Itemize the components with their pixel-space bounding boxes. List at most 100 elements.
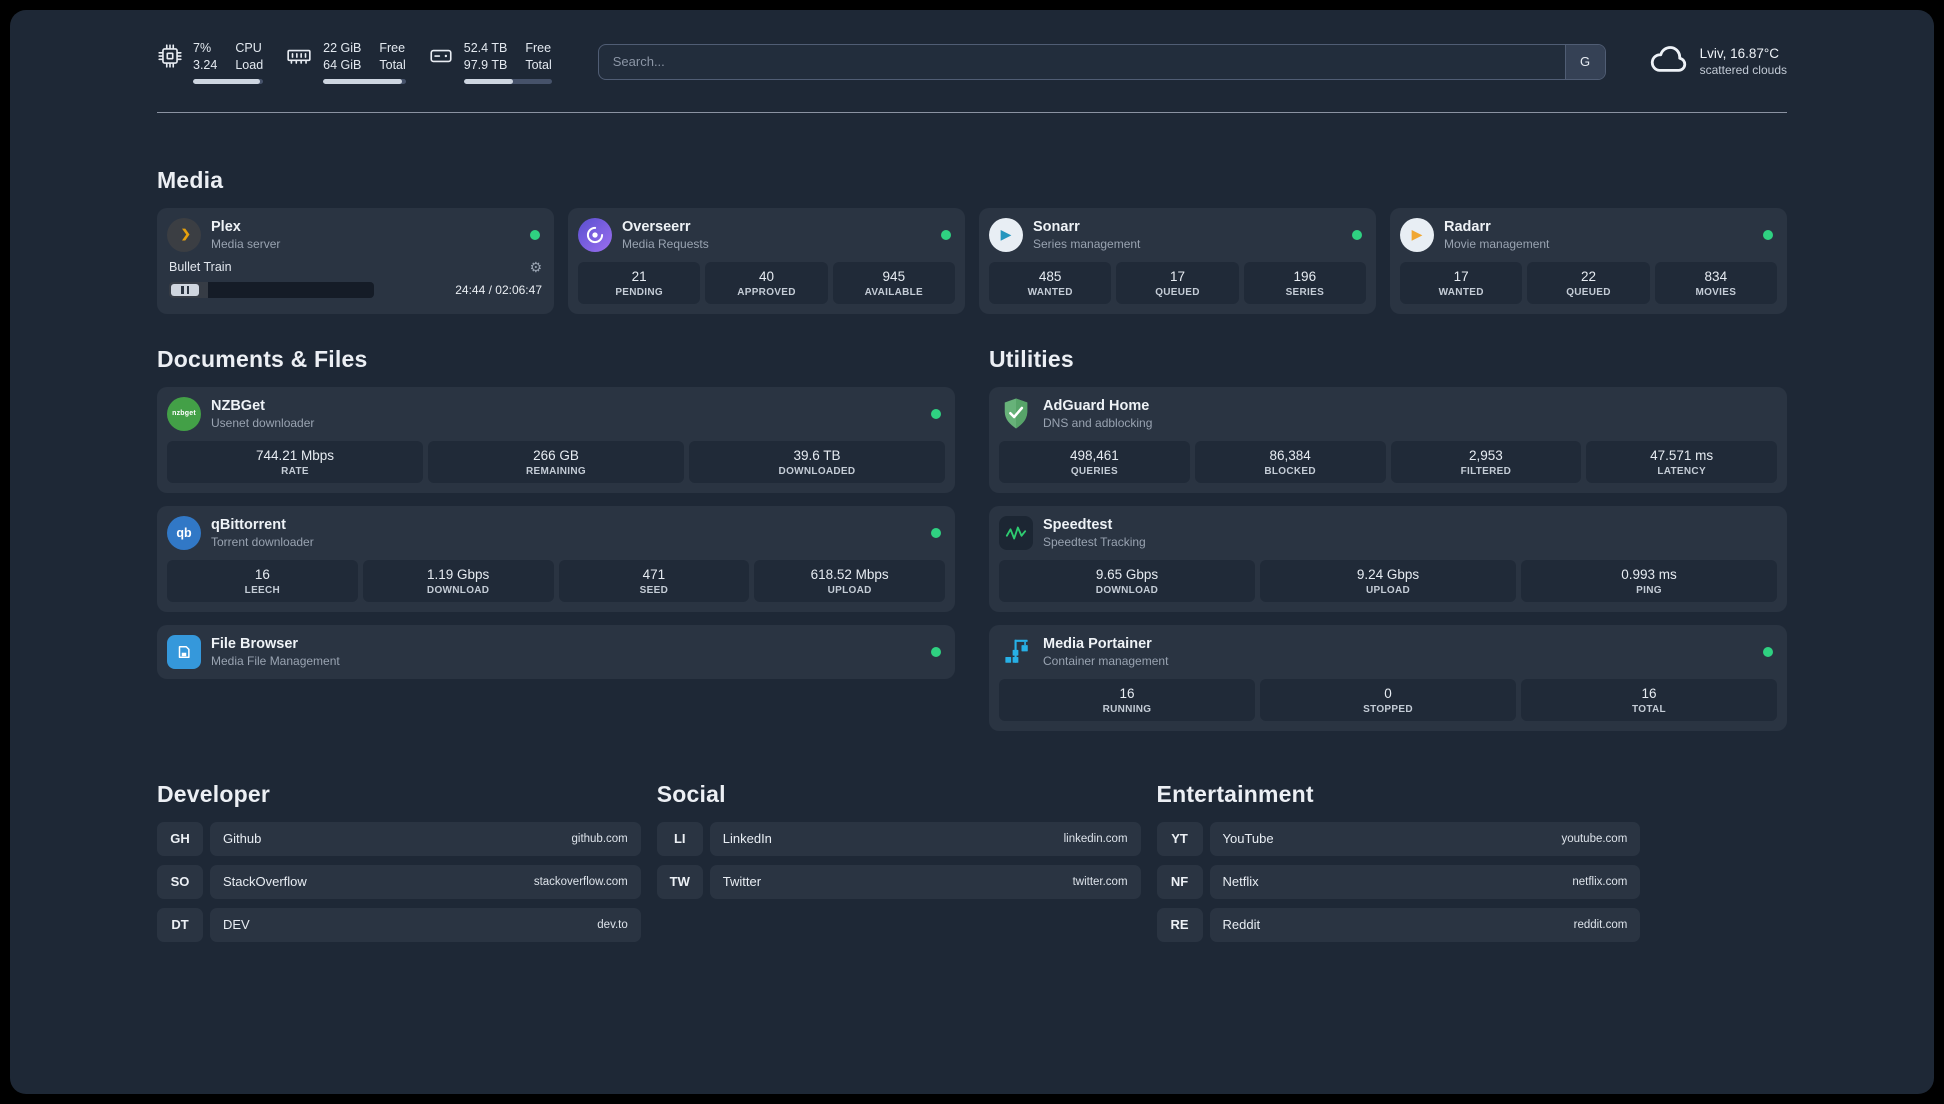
bookmark-reddit[interactable]: RE Reddit reddit.com <box>1156 907 1641 942</box>
service-card-filebrowser[interactable]: File Browser Media File Management <box>157 624 955 679</box>
stat-tile: 17 QUEUED <box>1116 261 1239 304</box>
cpu-icon <box>157 40 183 69</box>
stat-tile: 834 MOVIES <box>1654 261 1777 304</box>
bookmark-name: Github <box>223 831 262 846</box>
cpu-label: CPU <box>235 41 262 55</box>
bookmark-url: github.com <box>571 832 628 845</box>
cloud-icon <box>1648 42 1690 81</box>
weather-location: Lviv, 16.87°C <box>1699 46 1780 62</box>
service-subtitle: Usenet downloader <box>211 415 315 430</box>
radarr-icon: ▶ <box>1400 217 1434 252</box>
service-card-speedtest[interactable]: Speedtest Speedtest Tracking 9.65 Gbps DO… <box>989 505 1787 612</box>
service-subtitle: Media File Management <box>211 653 340 668</box>
bookmark-url: dev.to <box>597 918 628 931</box>
disk-progress-bar <box>463 78 552 84</box>
bookmark-abbr: TW <box>656 864 703 899</box>
now-playing-title: Bullet Train <box>169 260 232 274</box>
stat-tile: 498,461 QUERIES <box>999 440 1190 483</box>
disk-total-label: Total <box>525 58 552 73</box>
status-dot <box>1763 646 1773 657</box>
cpu-percent: 7% <box>193 41 212 55</box>
stat-tile: 39.6 TB DOWNLOADED <box>689 440 945 483</box>
service-card-portainer[interactable]: Media Portainer Container management 16 R… <box>989 624 1787 731</box>
weather-condition: scattered clouds <box>1699 63 1787 78</box>
status-dot <box>931 527 941 538</box>
qbittorrent-icon: qb <box>167 515 201 550</box>
bookmark-abbr: NF <box>1156 864 1203 899</box>
bookmark-group-developer: Developer GH Github github.com SO StackO… <box>157 781 641 951</box>
memory-free: 22 GiB <box>323 41 362 55</box>
service-card-radarr[interactable]: ▶ Radarr Movie management 17 WANTED 22 QUE… <box>1390 207 1787 314</box>
stat-tile: 16 LEECH <box>167 559 358 602</box>
bookmark-name: StackOverflow <box>223 874 307 889</box>
service-card-nzbget[interactable]: nzbget NZBGet Usenet downloader 744.21 M… <box>157 386 955 493</box>
search-input[interactable] <box>598 44 1565 79</box>
topbar: 7% CPU 3.24 Load 22 GiB Free 64 GiB Tota… <box>157 40 1787 84</box>
stat-tile: 47.571 ms LATENCY <box>1586 440 1777 483</box>
bookmark-url: twitter.com <box>1072 875 1128 888</box>
bookmark-group-title: Developer <box>157 780 271 807</box>
stat-tile: 266 GB REMAINING <box>428 440 684 483</box>
bookmark-url: youtube.com <box>1561 832 1628 845</box>
bookmark-group-entertainment: Entertainment YT YouTube youtube.com NF … <box>1156 781 1641 951</box>
service-name: File Browser <box>211 635 299 652</box>
memory-widget: 22 GiB Free 64 GiB Total <box>285 40 406 84</box>
section-media: Media Plex Media server Bullet Train ⚙ 2… <box>157 167 1787 314</box>
status-dot <box>1763 229 1773 240</box>
service-subtitle: Series management <box>1033 236 1141 251</box>
dashboard-app: 7% CPU 3.24 Load 22 GiB Free 64 GiB Tota… <box>10 10 1934 1094</box>
stat-tile: 0 STOPPED <box>1260 678 1516 721</box>
service-name: AdGuard Home <box>1043 397 1150 414</box>
section-title-documents: Documents & Files <box>157 345 368 372</box>
status-dot <box>1352 229 1362 240</box>
bookmark-github[interactable]: GH Github github.com <box>157 821 641 856</box>
stat-tile: 86,384 BLOCKED <box>1194 440 1386 483</box>
stat-tile: 16 TOTAL <box>1521 678 1777 721</box>
topbar-divider <box>157 111 1787 113</box>
service-name: qBittorrent <box>211 516 286 533</box>
gear-icon[interactable]: ⚙ <box>529 259 542 276</box>
playback-time: 24:44 / 02:06:47 <box>455 282 542 297</box>
service-card-qbittorrent[interactable]: qb qBittorrent Torrent downloader 16 LEEC… <box>157 505 955 612</box>
bookmark-stackoverflow[interactable]: SO StackOverflow stackoverflow.com <box>157 864 641 899</box>
bookmark-group-title: Social <box>656 780 726 807</box>
bookmark-abbr: SO <box>157 864 203 899</box>
pause-button[interactable] <box>171 283 199 296</box>
bookmark-dev[interactable]: DT DEV dev.to <box>157 907 641 942</box>
bookmark-twitter[interactable]: TW Twitter twitter.com <box>656 864 1141 899</box>
service-name: Radarr <box>1444 218 1491 235</box>
section-utilities: Utilities AdGuard Home DNS and adblockin… <box>989 346 1787 731</box>
bookmark-abbr: DT <box>157 907 203 942</box>
stat-tile: 9.65 Gbps DOWNLOAD <box>999 559 1255 602</box>
service-card-plex[interactable]: Plex Media server Bullet Train ⚙ 24:44 /… <box>157 207 554 314</box>
service-card-sonarr[interactable]: ▶ Sonarr Series management 485 WANTED 17 Q… <box>979 207 1376 314</box>
status-dot <box>530 229 540 240</box>
stat-tile: 16 RUNNING <box>999 678 1255 721</box>
cpu-progress-bar <box>193 78 264 84</box>
disk-free: 52.4 TB <box>463 41 508 55</box>
service-name: Plex <box>211 218 241 235</box>
service-card-overseerr[interactable]: Overseerr Media Requests 21 PENDING 40 APP… <box>568 207 965 314</box>
plex-icon <box>167 217 201 252</box>
stat-tile: 471 SEED <box>558 559 750 602</box>
search-provider-button[interactable]: G <box>1564 44 1605 79</box>
status-dot <box>931 408 941 419</box>
stat-tile: 2,953 FILTERED <box>1390 440 1582 483</box>
disk-total: 97.9 TB <box>463 58 508 73</box>
adguard-icon <box>999 397 1033 431</box>
bookmark-youtube[interactable]: YT YouTube youtube.com <box>1156 821 1641 856</box>
section-title-utilities: Utilities <box>989 345 1074 372</box>
bookmark-abbr: YT <box>1156 821 1203 856</box>
bookmark-netflix[interactable]: NF Netflix netflix.com <box>1156 864 1641 899</box>
status-dot <box>931 646 941 657</box>
overseerr-icon <box>578 217 612 252</box>
bookmark-name: Reddit <box>1222 917 1261 932</box>
bookmark-linkedin[interactable]: LI LinkedIn linkedin.com <box>656 821 1141 856</box>
service-card-adguard[interactable]: AdGuard Home DNS and adblocking 498,461 Q… <box>989 386 1787 493</box>
service-subtitle: Media Requests <box>622 236 709 251</box>
bookmark-abbr: RE <box>1156 907 1203 942</box>
memory-free-label: Free <box>379 41 406 55</box>
cpu-load: 3.24 <box>193 58 218 73</box>
bookmark-name: YouTube <box>1222 831 1274 846</box>
disk-icon <box>428 40 454 69</box>
